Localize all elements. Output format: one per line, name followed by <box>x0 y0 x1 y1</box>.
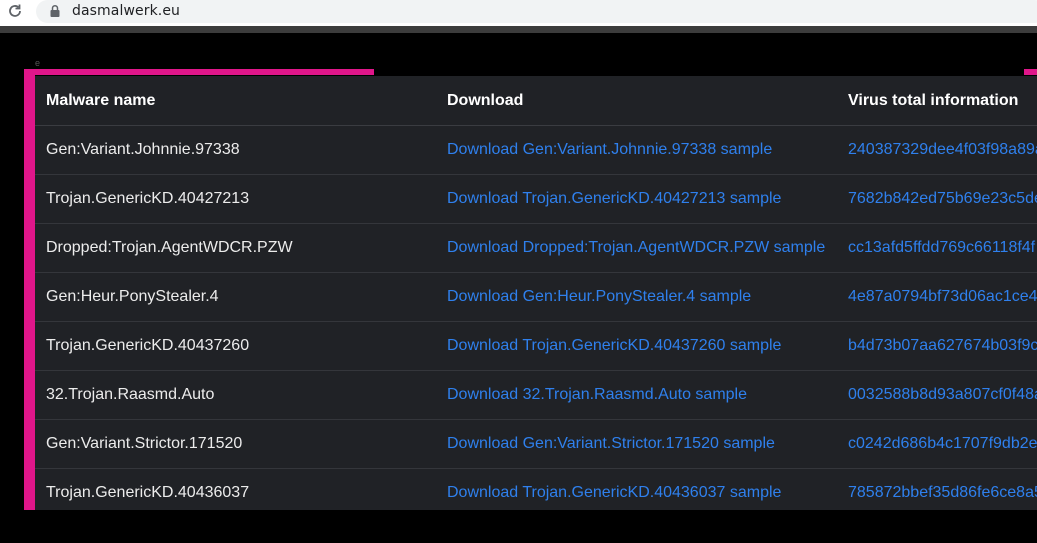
virustotal-link[interactable]: 785872bbef35d86fe6ce8a5 <box>848 484 1037 501</box>
table-row: 32.Trojan.Raasmd.Auto Download 32.Trojan… <box>35 370 1037 420</box>
table-row: Gen:Variant.Johnnie.97338 Download Gen:V… <box>35 125 1037 175</box>
virustotal-link[interactable]: 7682b842ed75b69e23c5de <box>848 190 1037 207</box>
table-row: Gen:Variant.Strictor.171520 Download Gen… <box>35 419 1037 469</box>
table-row: Gen:Heur.PonyStealer.4 Download Gen:Heur… <box>35 272 1037 322</box>
download-link[interactable]: Download Trojan.GenericKD.40427213 sampl… <box>447 190 781 207</box>
download-link[interactable]: Download Trojan.GenericKD.40436037 sampl… <box>447 484 781 501</box>
virustotal-link[interactable]: 240387329dee4f03f98a89a <box>848 141 1037 158</box>
malware-name-cell: Trojan.GenericKD.40427213 <box>35 174 436 224</box>
malware-name-cell: Gen:Heur.PonyStealer.4 <box>35 272 436 322</box>
malware-table-container: Malware name Download Virus total inform… <box>35 76 1037 510</box>
malware-name-cell: Gen:Variant.Johnnie.97338 <box>35 125 436 175</box>
virustotal-link[interactable]: c0242d686b4c1707f9db2el <box>848 435 1037 452</box>
lock-icon[interactable] <box>48 4 62 18</box>
download-link[interactable]: Download Gen:Variant.Strictor.171520 sam… <box>447 435 775 452</box>
toolbar-divider <box>0 26 1037 33</box>
malware-name-cell: Gen:Variant.Strictor.171520 <box>35 419 436 469</box>
url-text[interactable]: dasmalwerk.eu <box>72 3 180 19</box>
virustotal-link[interactable]: 0032588b8d93a807cf0f48a <box>848 386 1037 403</box>
table-row: Trojan.GenericKD.40436037 Download Troja… <box>35 468 1037 510</box>
malware-name-cell: 32.Trojan.Raasmd.Auto <box>35 370 436 420</box>
browser-toolbar: dasmalwerk.eu <box>0 0 1037 26</box>
table-row: Dropped:Trojan.AgentWDCR.PZW Download Dr… <box>35 223 1037 273</box>
download-link[interactable]: Download Gen:Heur.PonyStealer.4 sample <box>447 288 751 305</box>
header-virus-total: Virus total information <box>837 76 1037 126</box>
malware-name-cell: Trojan.GenericKD.40436037 <box>35 468 436 510</box>
stray-mark: e <box>35 58 41 68</box>
accent-bar-top <box>24 69 374 75</box>
accent-bar-top-right <box>1024 69 1037 75</box>
download-link[interactable]: Download Trojan.GenericKD.40437260 sampl… <box>447 337 781 354</box>
accent-bar-left <box>24 69 35 510</box>
virustotal-link[interactable]: cc13afd5ffdd769c66118f4f <box>848 239 1035 256</box>
download-link[interactable]: Download 32.Trojan.Raasmd.Auto sample <box>447 386 747 403</box>
download-link[interactable]: Download Dropped:Trojan.AgentWDCR.PZW sa… <box>447 239 825 256</box>
malware-name-cell: Trojan.GenericKD.40437260 <box>35 321 436 371</box>
virustotal-link[interactable]: b4d73b07aa627674b03f9c <box>848 337 1037 354</box>
malware-table: Malware name Download Virus total inform… <box>35 76 1037 510</box>
header-malware-name: Malware name <box>35 76 436 126</box>
malware-name-cell: Dropped:Trojan.AgentWDCR.PZW <box>35 223 436 273</box>
table-header-row: Malware name Download Virus total inform… <box>35 76 1037 126</box>
reload-icon[interactable] <box>6 2 24 20</box>
table-row: Trojan.GenericKD.40427213 Download Troja… <box>35 174 1037 224</box>
header-download: Download <box>436 76 837 126</box>
table-row: Trojan.GenericKD.40437260 Download Troja… <box>35 321 1037 371</box>
download-link[interactable]: Download Gen:Variant.Johnnie.97338 sampl… <box>447 141 772 158</box>
address-bar[interactable]: dasmalwerk.eu <box>36 0 1037 23</box>
virustotal-link[interactable]: 4e87a0794bf73d06ac1ce4a <box>848 288 1037 305</box>
